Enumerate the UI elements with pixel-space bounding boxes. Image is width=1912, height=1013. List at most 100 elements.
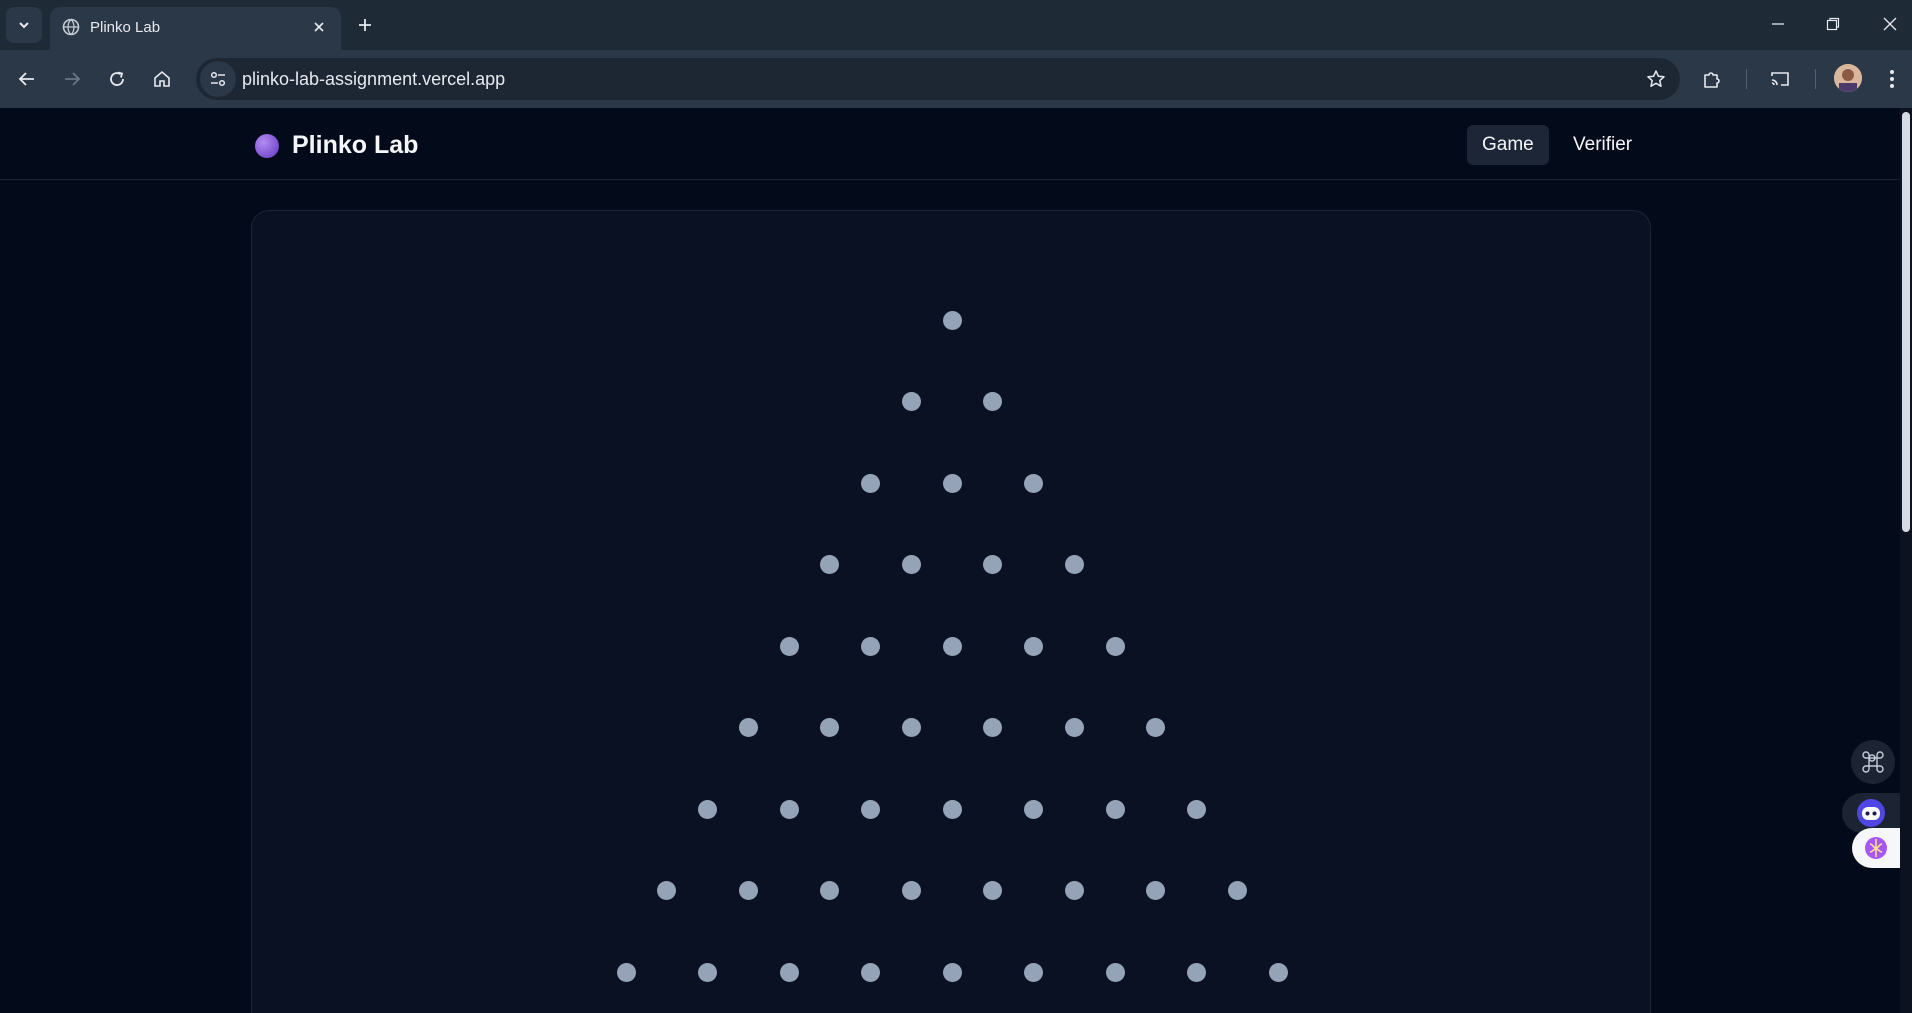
minimize-button[interactable]	[1758, 8, 1798, 40]
reload-button[interactable]	[99, 61, 135, 97]
more-vertical-icon	[1890, 70, 1894, 88]
peg	[738, 881, 758, 900]
peg	[1024, 636, 1043, 656]
peg	[657, 881, 677, 900]
peg	[861, 962, 880, 982]
peg	[616, 962, 636, 982]
assistant-bot-button[interactable]	[1842, 793, 1900, 833]
toolbar-separator	[1746, 69, 1747, 89]
tab-title: Plinko Lab	[90, 19, 161, 36]
peg	[942, 473, 962, 493]
puzzle-icon	[1704, 72, 1720, 88]
globe-icon	[62, 18, 80, 36]
peg	[983, 881, 1003, 900]
avatar-icon	[1834, 64, 1862, 92]
logo-ball-icon	[255, 134, 279, 158]
peg	[1105, 799, 1125, 819]
cast-icon	[1771, 72, 1789, 86]
brain-icon	[1865, 837, 1887, 859]
home-icon	[154, 70, 170, 87]
close-icon	[1883, 17, 1897, 31]
peg	[983, 392, 1003, 411]
new-tab-button[interactable]	[352, 12, 378, 38]
arrow-right-icon	[65, 72, 81, 86]
reload-icon	[110, 71, 124, 86]
close-window-button[interactable]	[1870, 8, 1910, 40]
restore-button[interactable]	[1813, 8, 1853, 40]
nav-verifier[interactable]: Verifier	[1558, 125, 1647, 165]
tune-icon	[210, 71, 226, 87]
peg	[1146, 881, 1166, 900]
chevron-down-icon	[19, 22, 29, 29]
peg	[1227, 881, 1247, 900]
peg	[983, 718, 1003, 737]
site-info-button[interactable]	[200, 61, 236, 97]
peg	[1146, 718, 1166, 737]
forward-button[interactable]	[54, 61, 90, 97]
nav-game[interactable]: Game	[1467, 125, 1549, 165]
plus-icon	[359, 19, 371, 31]
browser-tabstrip: Plinko Lab	[0, 0, 1912, 50]
peg	[779, 799, 799, 819]
command-icon	[1862, 751, 1884, 773]
extensions-button[interactable]	[1694, 61, 1730, 97]
browser-toolbar: plinko-lab-assignment.vercel.app	[0, 50, 1912, 108]
home-button[interactable]	[144, 61, 180, 97]
robot-face-icon	[1857, 799, 1885, 827]
peg	[738, 718, 758, 737]
back-button[interactable]	[9, 61, 45, 97]
plinko-board	[251, 210, 1651, 1013]
scrollbar-thumb[interactable]	[1902, 112, 1910, 532]
peg	[942, 799, 962, 819]
close-tab-button[interactable]	[309, 17, 329, 37]
peg	[1024, 473, 1043, 493]
shortcut-widget-button[interactable]	[1851, 740, 1895, 784]
peg	[779, 636, 799, 656]
browser-menu-button[interactable]	[1874, 61, 1910, 97]
star-icon	[1647, 70, 1665, 87]
peg	[1105, 962, 1125, 982]
browser-tab[interactable]: Plinko Lab	[50, 7, 341, 50]
cast-button[interactable]	[1762, 61, 1798, 97]
peg	[983, 555, 1003, 574]
arrow-left-icon	[18, 72, 34, 86]
address-bar[interactable]: plinko-lab-assignment.vercel.app	[196, 58, 1680, 100]
restore-icon	[1826, 17, 1840, 31]
page-viewport: Plinko Lab Game Verifier	[0, 108, 1912, 1013]
peg	[942, 962, 962, 982]
site-header: Plinko Lab Game Verifier	[0, 108, 1900, 180]
peg	[698, 962, 717, 982]
peg	[901, 718, 921, 737]
peg	[820, 718, 840, 737]
peg	[1064, 718, 1084, 737]
page-scrollbar[interactable]	[1900, 108, 1912, 1013]
peg	[1064, 555, 1084, 574]
profile-avatar[interactable]	[1834, 64, 1862, 92]
peg	[901, 881, 921, 900]
peg	[820, 881, 840, 900]
peg	[942, 636, 962, 656]
url-text[interactable]: plinko-lab-assignment.vercel.app	[242, 69, 505, 90]
bookmark-button[interactable]	[1644, 67, 1668, 91]
peg	[1268, 962, 1288, 982]
peg	[1187, 962, 1206, 982]
peg	[861, 636, 880, 656]
peg	[1187, 799, 1206, 819]
brand-title[interactable]: Plinko Lab	[292, 131, 418, 160]
peg	[901, 555, 921, 574]
peg	[1024, 962, 1043, 982]
tab-search-button[interactable]	[6, 7, 42, 43]
peg	[1105, 636, 1125, 656]
peg	[820, 555, 840, 574]
peg	[861, 473, 880, 493]
toolbar-separator	[1815, 69, 1816, 89]
peg	[942, 310, 962, 330]
peg	[901, 392, 921, 411]
close-icon	[314, 22, 324, 32]
brain-extension-button[interactable]	[1852, 828, 1900, 868]
peg	[1064, 881, 1084, 900]
peg	[698, 799, 717, 819]
peg	[1024, 799, 1043, 819]
peg	[861, 799, 880, 819]
minimize-icon	[1772, 23, 1784, 25]
